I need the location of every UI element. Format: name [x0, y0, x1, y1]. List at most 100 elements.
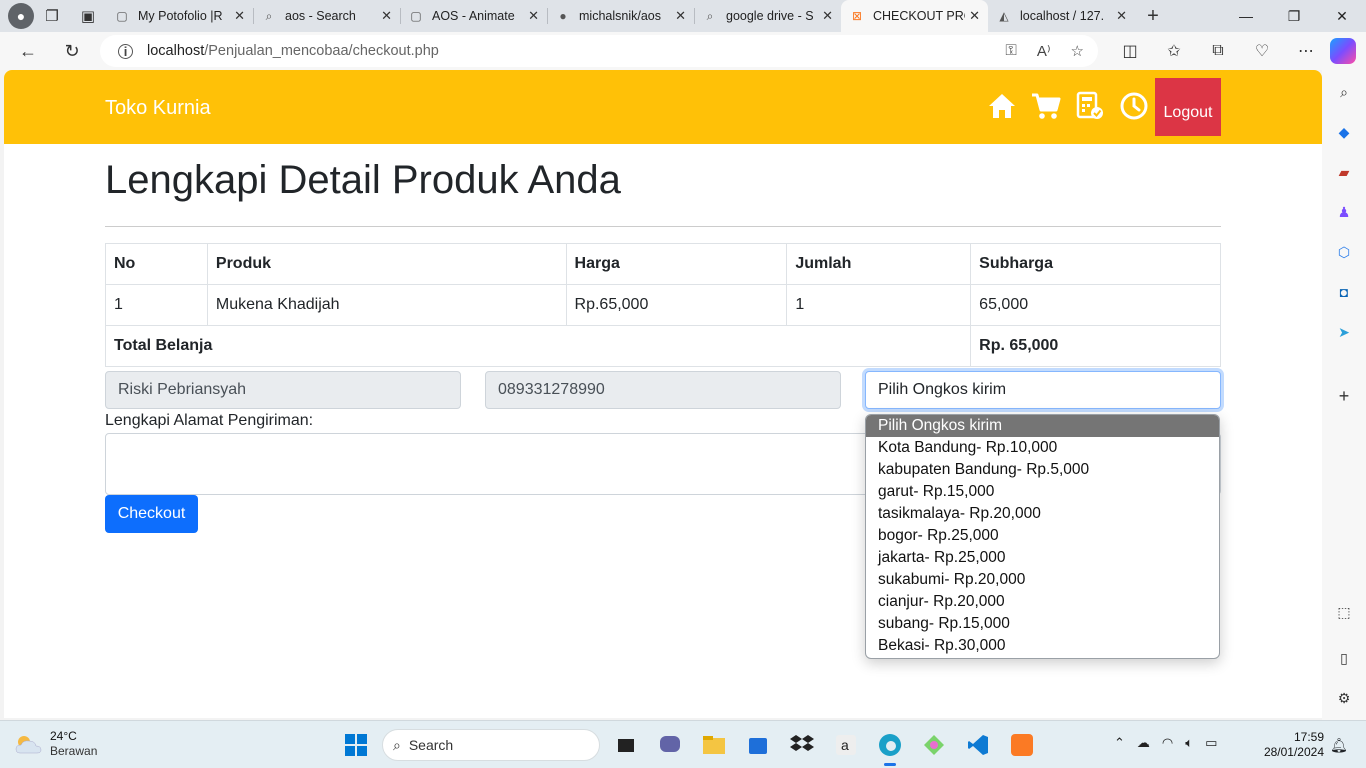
- close-window-icon[interactable]: ✕: [1318, 0, 1366, 32]
- paint-icon[interactable]: [916, 727, 952, 763]
- phone-field: 089331278990: [485, 371, 841, 409]
- battery-icon[interactable]: ▭: [1205, 735, 1217, 751]
- settings-gear-icon[interactable]: ⚙: [1334, 688, 1354, 708]
- volume-icon[interactable]: 🔈︎: [1185, 735, 1193, 751]
- copilot-icon[interactable]: [1330, 38, 1356, 64]
- read-aloud-icon[interactable]: A⁾: [1037, 42, 1051, 60]
- vscode-icon[interactable]: [960, 727, 996, 763]
- more-menu-icon[interactable]: ⋯: [1284, 41, 1328, 61]
- browser-tab[interactable]: ⊠ CHECKOUT PRO ✕: [841, 0, 988, 32]
- toolbox-icon[interactable]: ▰: [1334, 162, 1354, 182]
- phpmyadmin-icon: ◭: [999, 9, 1009, 23]
- dropbox-icon[interactable]: [784, 727, 820, 763]
- url-host: localhost: [147, 43, 205, 59]
- tab-title: AOS - Animate: [432, 9, 515, 23]
- refresh-icon[interactable]: ↻: [52, 35, 92, 67]
- xampp-icon[interactable]: [1004, 727, 1040, 763]
- chat-icon[interactable]: [652, 727, 688, 763]
- ongkir-option[interactable]: tasikmalaya- Rp.20,000: [866, 503, 1219, 525]
- ongkir-option[interactable]: kabupaten Bandung- Rp.5,000: [866, 459, 1219, 481]
- password-key-icon[interactable]: ⚿: [1005, 42, 1016, 60]
- table-row: 1 Mukena Khadijah Rp.65,000 1 65,000: [105, 284, 1221, 326]
- browser-tab[interactable]: ▢ My Potofolio |R ✕: [106, 0, 253, 32]
- ongkir-option[interactable]: bogor- Rp.25,000: [866, 525, 1219, 547]
- windows-start-icon[interactable]: [338, 727, 374, 763]
- tab-title: michalsnik/aos: [579, 9, 661, 23]
- file-explorer-icon[interactable]: [696, 727, 732, 763]
- screenshot-icon[interactable]: ⬚: [1334, 602, 1354, 622]
- tag-icon[interactable]: ◆: [1334, 122, 1354, 142]
- home-icon[interactable]: [987, 88, 1017, 124]
- ongkir-option[interactable]: subang- Rp.15,000: [866, 613, 1219, 635]
- site-info-icon[interactable]: i: [118, 43, 133, 59]
- office-icon[interactable]: ⬡: [1334, 242, 1354, 262]
- taskbar-clock[interactable]: 17:59 28/01/2024: [1254, 730, 1324, 760]
- add-sidebar-app-icon[interactable]: +: [1334, 386, 1354, 406]
- close-tab-icon[interactable]: ✕: [234, 8, 245, 24]
- ongkir-option[interactable]: sukabumi- Rp.20,000: [866, 569, 1219, 591]
- browser-tab[interactable]: ● michalsnik/aos ✕: [547, 0, 694, 32]
- close-tab-icon[interactable]: ✕: [969, 8, 980, 24]
- browser-tab[interactable]: ⌕ aos - Search ✕: [253, 0, 400, 32]
- store-icon[interactable]: [740, 727, 776, 763]
- new-tab-button[interactable]: +: [1135, 5, 1171, 28]
- history-icon[interactable]: [1119, 88, 1149, 124]
- close-tab-icon[interactable]: ✕: [1116, 8, 1127, 24]
- close-tab-icon[interactable]: ✕: [528, 8, 539, 24]
- column-header-produk: Produk: [206, 243, 567, 285]
- close-tab-icon[interactable]: ✕: [381, 8, 392, 24]
- web-page: Toko Kurnia Logout Lengkapi Detail Produ…: [4, 70, 1322, 718]
- weather-widget[interactable]: 24°C Berawan: [14, 729, 97, 759]
- browser-tab[interactable]: ◭ localhost / 127. ✕: [988, 0, 1135, 32]
- telegram-icon[interactable]: ➤: [1334, 322, 1354, 342]
- browser-tab[interactable]: ▢ AOS - Animate ✕: [400, 0, 547, 32]
- favorites-icon[interactable]: ✩: [1152, 41, 1196, 61]
- ongkir-select[interactable]: Pilih Ongkos kirim: [865, 371, 1221, 409]
- browser-essentials-icon[interactable]: ♡: [1240, 41, 1284, 61]
- site-brand[interactable]: Toko Kurnia: [105, 97, 211, 120]
- invoice-icon[interactable]: [1075, 88, 1105, 124]
- split-screen-icon[interactable]: ◫: [1108, 41, 1152, 61]
- tab-title: CHECKOUT PRO: [873, 9, 966, 23]
- ongkir-option[interactable]: Kota Bandung- Rp.10,000: [866, 437, 1219, 459]
- search-icon[interactable]: ⌕: [1334, 82, 1354, 102]
- customer-form-row: Riski Pebriansyah 089331278990 Pilih Ong…: [105, 371, 1221, 409]
- checkout-button[interactable]: Checkout: [105, 495, 198, 533]
- games-icon[interactable]: ♟: [1334, 202, 1354, 222]
- hide-sidebar-icon[interactable]: ▯: [1334, 648, 1354, 668]
- logout-button[interactable]: Logout: [1155, 78, 1221, 136]
- edge-taskbar-icon[interactable]: [872, 727, 908, 766]
- cart-icon[interactable]: [1031, 88, 1061, 124]
- close-tab-icon[interactable]: ✕: [822, 8, 833, 24]
- total-label: Total Belanja: [104, 325, 972, 367]
- favorite-star-icon[interactable]: ☆: [1071, 42, 1084, 60]
- profile-icon[interactable]: ●: [8, 3, 34, 29]
- minimize-icon[interactable]: —: [1222, 0, 1270, 32]
- ongkir-option[interactable]: garut- Rp.15,000: [866, 481, 1219, 503]
- ongkir-option[interactable]: jakarta- Rp.25,000: [866, 547, 1219, 569]
- xampp-icon: ⊠: [851, 9, 863, 23]
- cart-table: No Produk Harga Jumlah Subharga 1 Mukena…: [104, 243, 1221, 367]
- tray-chevron-icon[interactable]: ⌃: [1114, 735, 1125, 751]
- notification-bell-icon[interactable]: 🔔︎: [1330, 737, 1348, 754]
- amazon-icon[interactable]: a: [828, 727, 864, 763]
- outlook-icon[interactable]: ◘: [1334, 282, 1354, 302]
- column-header-harga: Harga: [565, 243, 788, 285]
- task-view-icon[interactable]: [608, 727, 644, 763]
- collections-icon[interactable]: ⧉: [1196, 42, 1240, 60]
- restore-icon[interactable]: ❐: [1270, 0, 1318, 32]
- tab-actions-icon[interactable]: ▣: [70, 0, 106, 32]
- ongkir-option[interactable]: cianjur- Rp.20,000: [866, 591, 1219, 613]
- wifi-icon[interactable]: ◠: [1162, 735, 1173, 751]
- ongkir-option[interactable]: Bekasi- Rp.30,000: [866, 635, 1219, 657]
- ongkir-option[interactable]: Pilih Ongkos kirim: [866, 415, 1219, 437]
- taskbar-search[interactable]: ⌕ Search: [382, 729, 600, 761]
- onedrive-icon[interactable]: ☁: [1137, 735, 1150, 751]
- browser-tab[interactable]: ⌕ google drive - S ✕: [694, 0, 841, 32]
- clock-time: 17:59: [1293, 730, 1324, 744]
- close-tab-icon[interactable]: ✕: [675, 8, 686, 24]
- weather-temp: 24°C: [50, 729, 77, 743]
- back-icon[interactable]: ←: [8, 35, 48, 67]
- address-bar[interactable]: i localhost/Penjualan_mencobaa/checkout.…: [100, 35, 1098, 67]
- workspaces-icon[interactable]: ❐: [34, 0, 70, 32]
